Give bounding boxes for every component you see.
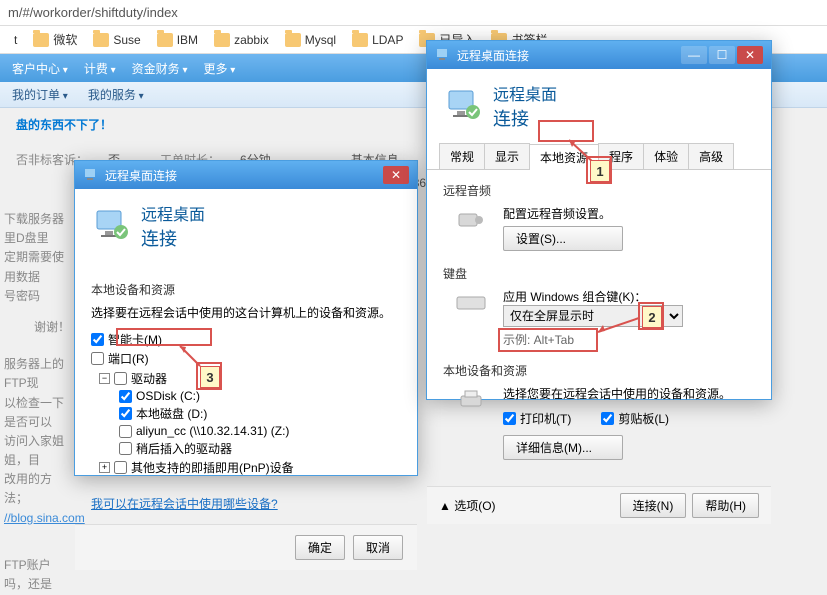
help-button[interactable]: 帮助(H) (692, 493, 759, 518)
bookmark-item[interactable]: 微软 (27, 29, 83, 50)
header-line2: 连接 (141, 225, 205, 251)
keyboard-example: 示例: Alt+Tab (503, 331, 755, 348)
keyboard-icon (451, 288, 491, 318)
folder-icon (214, 33, 230, 47)
printer-label: 打印机(T) (520, 410, 571, 427)
bookmark-item[interactable]: IBM (151, 31, 204, 49)
dialog-titlebar[interactable]: 远程桌面连接 — ☐ ✕ (427, 41, 771, 69)
drive-z-label: aliyun_cc (\\10.32.14.31) (Z:) (136, 424, 289, 438)
tab-general[interactable]: 常规 (439, 143, 485, 169)
collapse-icon[interactable]: − (99, 373, 110, 384)
help-link[interactable]: 我可以在远程会话中使用哪些设备? (91, 497, 278, 511)
port-checkbox[interactable] (91, 352, 104, 365)
connect-button[interactable]: 连接(N) (620, 493, 687, 518)
ok-button[interactable]: 确定 (295, 535, 345, 560)
clipboard-label: 剪贴板(L) (618, 410, 669, 427)
sub-services[interactable]: 我的服务 (88, 86, 144, 103)
minimize-button[interactable]: — (681, 46, 707, 64)
keyboard-desc: 应用 Windows 组合键(K)： (503, 288, 755, 305)
folder-icon (93, 33, 109, 47)
header-line1: 远程桌面 (493, 81, 557, 105)
bookmark-item[interactable]: t (8, 31, 23, 49)
printer-icon (451, 385, 491, 415)
keyboard-section: 键盘 (443, 265, 755, 282)
dialog-header: 远程桌面 连接 (427, 69, 771, 143)
drive-z-checkbox[interactable] (119, 425, 132, 438)
drive-later-label: 稍后插入的驱动器 (136, 440, 232, 457)
side-text: 下载服务器里D盘里 定期需要使用数据 号密码 谢谢！ 服务器上的FTP现 以检查… (0, 210, 70, 595)
bookmark-item[interactable]: Suse (87, 31, 146, 49)
dialog-title: 远程桌面连接 (457, 47, 529, 64)
folder-icon (157, 33, 173, 47)
dialog-footer: ▲ 选项(O) 连接(N) 帮助(H) (427, 486, 771, 524)
audio-desc: 配置远程音频设置。 (503, 205, 755, 222)
rdp-options-dialog: 远程桌面连接 — ☐ ✕ 远程桌面 连接 常规 显示 本地资源 程序 体验 高级… (426, 40, 772, 400)
dialog-header: 远程桌面 连接 (75, 189, 417, 263)
cancel-button[interactable]: 取消 (353, 535, 403, 560)
folder-icon (352, 33, 368, 47)
clipboard-checkbox[interactable] (601, 412, 614, 425)
close-button[interactable]: ✕ (383, 166, 409, 184)
bookmark-item[interactable]: Mysql (279, 31, 342, 49)
menu-finance[interactable]: 资金财务 (132, 60, 188, 77)
pnp-label: 其他支持的即插即用(PnP)设备 (131, 459, 294, 476)
header-line1: 远程桌面 (141, 201, 205, 225)
printer-checkbox[interactable] (503, 412, 516, 425)
bookmark-item[interactable]: zabbix (208, 31, 275, 49)
sub-orders[interactable]: 我的订单 (12, 86, 68, 103)
url-input[interactable] (8, 5, 819, 20)
tabs: 常规 显示 本地资源 程序 体验 高级 (427, 143, 771, 170)
smartcard-checkbox[interactable] (91, 333, 104, 346)
tab-local-resources[interactable]: 本地资源 (529, 144, 599, 170)
drives-label: 驱动器 (131, 370, 167, 387)
address-bar (0, 0, 827, 26)
menu-more[interactable]: 更多 (203, 60, 235, 77)
dialog-title: 远程桌面连接 (105, 167, 177, 184)
dialog-titlebar[interactable]: 远程桌面连接 ✕ (75, 161, 417, 189)
header-line2: 连接 (493, 105, 557, 131)
smartcard-label: 智能卡(M) (108, 331, 162, 348)
tab-experience[interactable]: 体验 (643, 143, 689, 169)
pnp-checkbox[interactable] (114, 461, 127, 474)
drive-later-checkbox[interactable] (119, 442, 132, 455)
blog-link[interactable]: //blog.sina.com (4, 511, 85, 525)
dialog-footer: 确定 取消 (75, 524, 417, 570)
speaker-icon (451, 205, 491, 235)
bookmark-item[interactable]: LDAP (346, 31, 409, 49)
expand-icon[interactable]: + (99, 462, 110, 473)
port-label: 端口(R) (108, 350, 149, 367)
rdp-icon (435, 47, 451, 63)
menu-billing[interactable]: 计费 (84, 60, 116, 77)
audio-section: 远程音频 (443, 182, 755, 199)
drive-c-checkbox[interactable] (119, 390, 132, 403)
drive-d-label: 本地磁盘 (D:) (136, 405, 207, 422)
maximize-button[interactable]: ☐ (709, 46, 735, 64)
devices-desc: 选择您要在远程会话中使用的设备和资源。 (503, 385, 755, 402)
section-desc: 选择要在远程会话中使用的这台计算机上的设备和资源。 (91, 304, 401, 321)
tab-programs[interactable]: 程序 (598, 143, 644, 169)
folder-icon (33, 33, 49, 47)
drive-c-label: OSDisk (C:) (136, 389, 200, 403)
folder-icon (285, 33, 301, 47)
dialog-body: 本地设备和资源 选择要在远程会话中使用的这台计算机上的设备和资源。 智能卡(M)… (75, 263, 417, 524)
section-title: 本地设备和资源 (91, 281, 401, 298)
dialog-body: 远程音频 配置远程音频设置。 设置(S)... 键盘 应用 Windows 组合… (427, 170, 771, 486)
close-button[interactable]: ✕ (737, 46, 763, 64)
devices-section: 本地设备和资源 (443, 362, 755, 379)
rdp-icon (83, 167, 99, 183)
details-button[interactable]: 详细信息(M)... (503, 435, 623, 460)
drives-tree: − 驱动器 OSDisk (C:) 本地磁盘 (D:) aliyun_cc (\\… (99, 369, 401, 477)
rdp-local-devices-dialog: 远程桌面连接 ✕ 远程桌面 连接 本地设备和资源 选择要在远程会话中使用的这台计… (74, 160, 418, 476)
drive-d-checkbox[interactable] (119, 407, 132, 420)
audio-settings-button[interactable]: 设置(S)... (503, 226, 623, 251)
menu-customer[interactable]: 客户中心 (12, 60, 68, 77)
rdp-logo-icon (443, 86, 483, 126)
tab-display[interactable]: 显示 (484, 143, 530, 169)
keyboard-select[interactable]: 仅在全屏显示时 (503, 305, 683, 327)
tab-advanced[interactable]: 高级 (688, 143, 734, 169)
rdp-logo-icon (91, 206, 131, 246)
drives-checkbox[interactable] (114, 372, 127, 385)
